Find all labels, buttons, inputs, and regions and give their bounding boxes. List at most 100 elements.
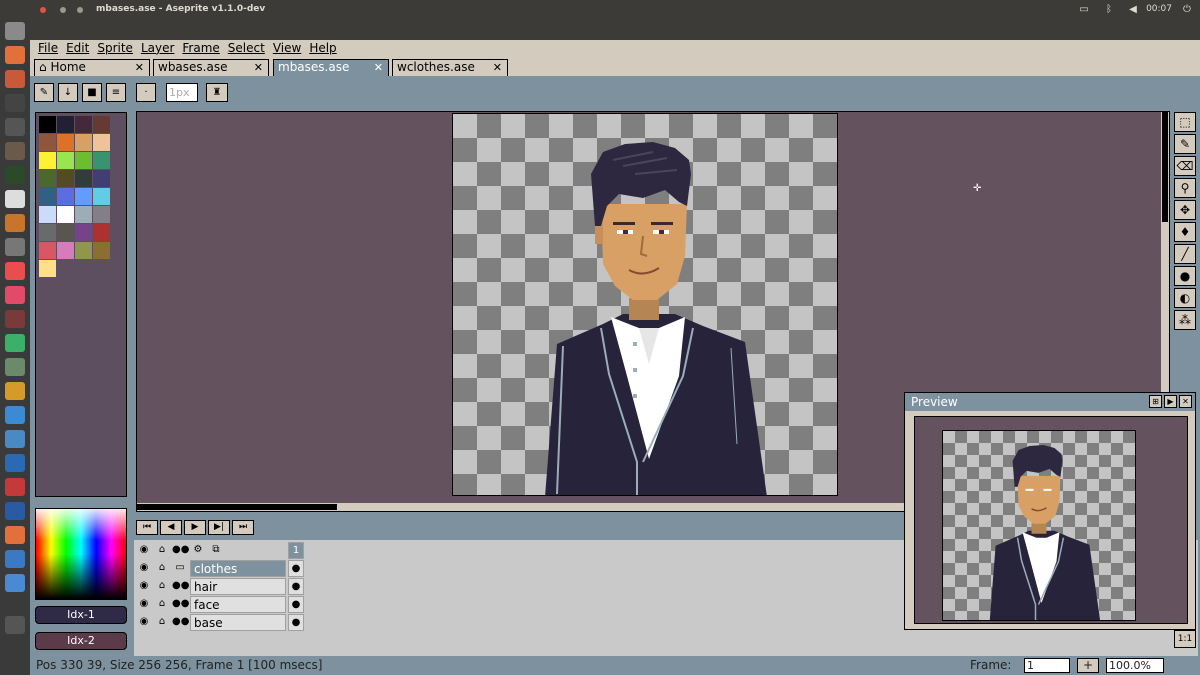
pencil-icon[interactable]: ✎ [34, 83, 54, 102]
palette-swatch[interactable] [57, 206, 74, 223]
menu-help[interactable]: Help [305, 40, 340, 58]
twitch-icon[interactable] [5, 118, 25, 136]
sprite-canvas[interactable] [452, 113, 838, 496]
prev-frame-icon[interactable]: ◀ [160, 520, 182, 535]
ink-icon[interactable]: ♜ [206, 83, 228, 102]
next-frame-icon[interactable]: ▶| [208, 520, 230, 535]
close-icon[interactable]: ✕ [135, 60, 144, 75]
layer-row-clothes[interactable]: ◉ ⌂ ▭ clothes ● [136, 560, 304, 577]
palette-swatch[interactable] [75, 206, 92, 223]
zoom-icon[interactable]: ⚲ [1174, 178, 1196, 198]
dash-icon[interactable] [5, 22, 25, 40]
lock-icon[interactable]: ⌂ [154, 560, 170, 576]
brush-type-button[interactable]: · [136, 83, 156, 102]
layer-row-face[interactable]: ◉ ⌂ ●● face ● [136, 596, 304, 613]
palette-swatch[interactable] [39, 260, 56, 277]
continuous-icon[interactable]: ●● [172, 578, 189, 594]
arrow-down-icon[interactable]: ↓ [58, 83, 78, 102]
add-frame-button[interactable]: + [1077, 658, 1099, 673]
frame-input[interactable]: 1 [1024, 658, 1070, 673]
close-icon[interactable]: ✕ [493, 60, 502, 75]
files-icon[interactable] [5, 70, 25, 88]
close-icon[interactable]: ✕ [254, 60, 263, 75]
preview-mode-icon[interactable]: ⊞ [1149, 395, 1162, 408]
menu-view[interactable]: View [269, 40, 305, 58]
terminal-icon[interactable] [5, 94, 25, 112]
foreground-color-button[interactable]: Idx-1 [35, 606, 127, 624]
tab-home[interactable]: ⌂ Home ✕ [34, 59, 150, 76]
tab-wbases[interactable]: wbases.ase ✕ [153, 59, 269, 76]
palette-swatch[interactable] [39, 152, 56, 169]
onion-skin-icon[interactable]: ●● [172, 542, 189, 558]
menu-sprite[interactable]: Sprite [93, 40, 137, 58]
frame-number-header[interactable]: 1 [288, 542, 304, 559]
maximize-window-button[interactable] [77, 7, 83, 13]
eye-icon[interactable]: ◉ [136, 596, 152, 612]
palette-swatch[interactable] [93, 242, 110, 259]
palette-swatch[interactable] [39, 134, 56, 151]
lock-icon[interactable]: ⌂ [154, 614, 170, 630]
fill-icon[interactable]: ♦ [1174, 222, 1196, 242]
brush-size-input[interactable]: 1px [166, 83, 198, 102]
app-icon-youtube[interactable] [5, 478, 25, 496]
preview-canvas[interactable] [914, 416, 1188, 624]
palette-swatch[interactable] [75, 116, 92, 133]
app-icon-light-blue[interactable] [5, 574, 25, 592]
chromium-icon[interactable] [5, 406, 25, 424]
palette-swatch[interactable] [93, 116, 110, 133]
palette-swatch[interactable] [57, 152, 74, 169]
headphones-icon[interactable] [5, 334, 25, 352]
cel-icon[interactable]: ● [288, 614, 304, 631]
palette-swatch[interactable] [75, 224, 92, 241]
bluetooth-icon[interactable]: ᛒ [1103, 3, 1115, 15]
menu-lines-icon[interactable]: ≡ [106, 83, 126, 102]
app-icon-orange[interactable] [5, 526, 25, 544]
brush-icon[interactable]: ■ [82, 83, 102, 102]
eraser-icon[interactable]: ⌫ [1174, 156, 1196, 176]
palette-swatch[interactable] [57, 224, 74, 241]
palette-swatch[interactable] [75, 188, 92, 205]
menu-frame[interactable]: Frame [178, 40, 223, 58]
last-frame-icon[interactable]: ⏭ [232, 520, 254, 535]
palette-swatch[interactable] [93, 170, 110, 187]
first-frame-icon[interactable]: ⏮ [136, 520, 158, 535]
palette-swatch[interactable] [39, 170, 56, 187]
contour-icon[interactable]: ◐ [1174, 288, 1196, 308]
play-icon[interactable]: ▶ [184, 520, 206, 535]
eye-icon[interactable]: ◉ [136, 614, 152, 630]
vlc-icon[interactable] [5, 382, 25, 400]
cel-icon[interactable]: ● [288, 596, 304, 613]
eye-icon[interactable]: ◉ [136, 578, 152, 594]
app-icon-red[interactable] [5, 262, 25, 280]
app-icon-green[interactable] [5, 358, 25, 376]
palette-swatch[interactable] [75, 152, 92, 169]
lock-icon[interactable]: ⌂ [154, 596, 170, 612]
menu-select[interactable]: Select [224, 40, 269, 58]
palette-swatch[interactable] [39, 242, 56, 259]
palette-swatch[interactable] [75, 134, 92, 151]
palette-swatch[interactable] [75, 170, 92, 187]
palette-swatch[interactable] [93, 188, 110, 205]
app-icon-pink[interactable] [5, 286, 25, 304]
palette-swatch[interactable] [39, 206, 56, 223]
volume-icon[interactable]: ◀ [1127, 3, 1139, 15]
power-icon[interactable]: ⏻ [1181, 3, 1193, 15]
palette-swatch[interactable] [75, 242, 92, 259]
app-icon-dark-red[interactable] [5, 310, 25, 328]
continuous-icon[interactable]: ●● [172, 614, 189, 630]
close-icon[interactable]: ✕ [374, 60, 383, 75]
pencil-tool-icon[interactable]: ✎ [1174, 134, 1196, 154]
palette-swatch[interactable] [57, 170, 74, 187]
gear-icon[interactable]: ⚙ [190, 542, 206, 558]
menu-layer[interactable]: Layer [137, 40, 178, 58]
zoom-input[interactable]: 100.0% [1106, 658, 1164, 673]
palette-swatch[interactable] [39, 188, 56, 205]
menu-edit[interactable]: Edit [62, 40, 93, 58]
eye-icon[interactable]: ◉ [136, 560, 152, 576]
eye-icon[interactable]: ◉ [136, 542, 152, 558]
trash-icon[interactable] [5, 616, 25, 634]
display-icon[interactable]: ▭ [1078, 3, 1090, 15]
blender-icon[interactable] [5, 214, 25, 232]
ellipse-icon[interactable]: ● [1174, 266, 1196, 286]
app-icon-navy[interactable] [5, 502, 25, 520]
